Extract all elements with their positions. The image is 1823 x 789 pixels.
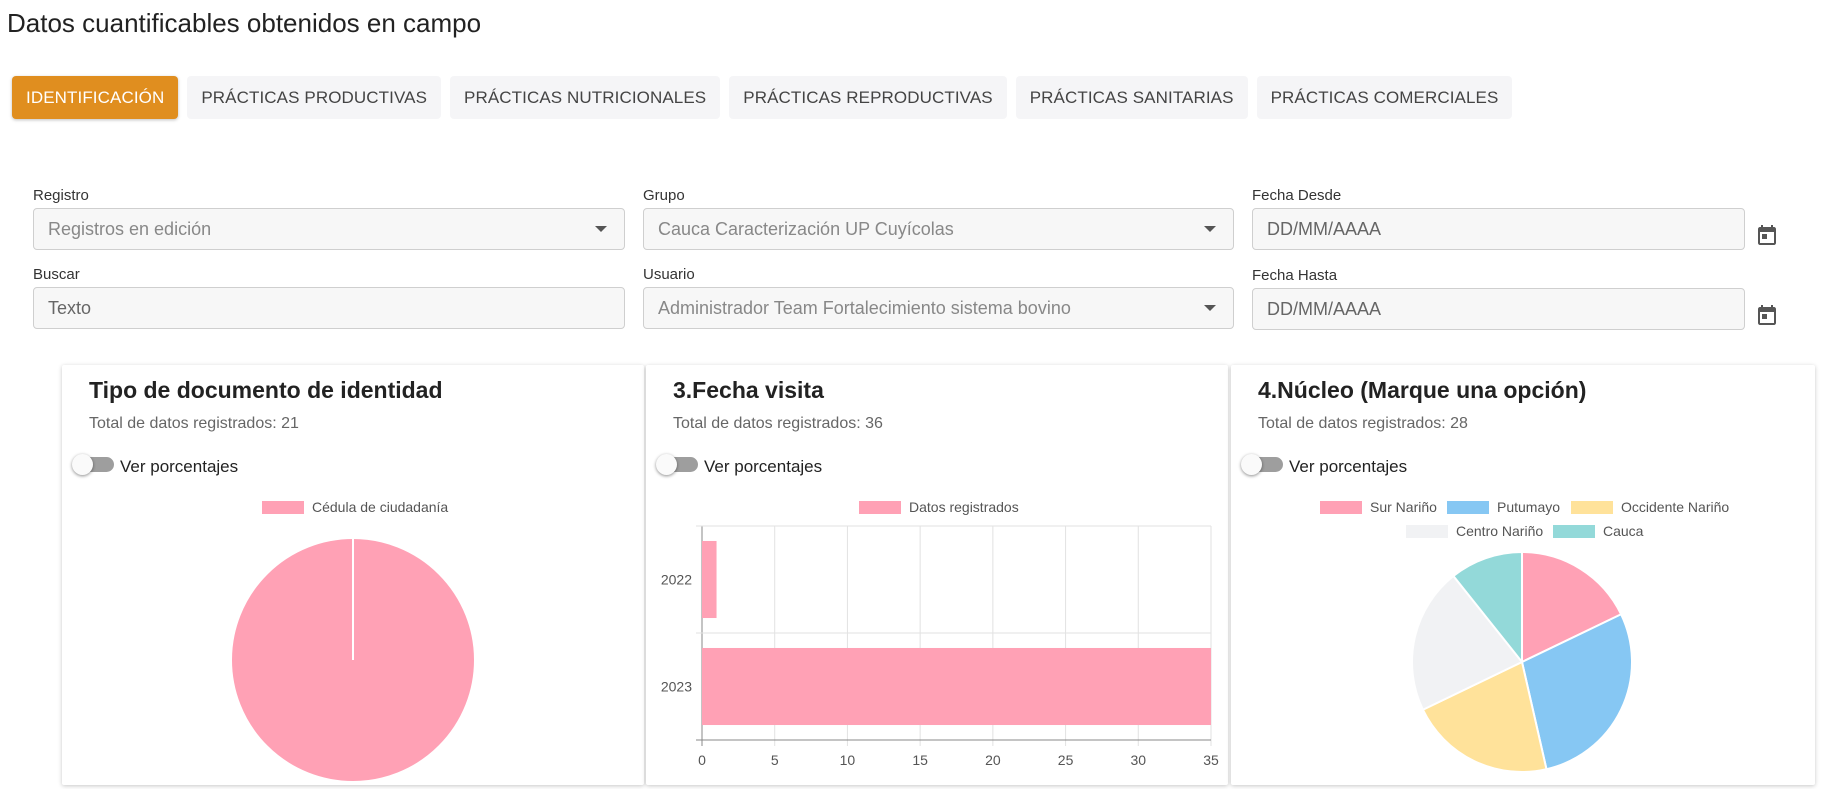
grupo-label: Grupo [643, 187, 685, 204]
bar[interactable] [702, 647, 1211, 726]
buscar-label: Buscar [33, 266, 80, 283]
fecha-hasta-input[interactable]: DD/MM/AAAA [1252, 288, 1745, 330]
fecha-hasta-label: Fecha Hasta [1252, 267, 1338, 284]
dropdown-caret-icon [595, 226, 607, 232]
tab-identificacion[interactable]: IDENTIFICACIÓN [12, 76, 179, 119]
dropdown-caret-icon [1204, 305, 1216, 311]
buscar-input[interactable]: Texto [33, 287, 625, 329]
chart-card-tipo-documento: Tipo de documento de identidad Total de … [62, 365, 644, 785]
calendar-icon[interactable] [1755, 223, 1779, 247]
x-tick-label: 30 [1130, 752, 1146, 768]
buscar-placeholder: Texto [48, 297, 92, 318]
chart-card-fecha-visita: 3.Fecha visita Total de datos registrado… [646, 365, 1228, 785]
tab-practicas-reproductivas[interactable]: PRÁCTICAS REPRODUCTIVAS [729, 76, 1007, 119]
fecha-hasta-placeholder: DD/MM/AAAA [1267, 298, 1382, 319]
page-title: Datos cuantificables obtenidos en campo [7, 8, 482, 38]
dropdown-caret-icon [1204, 226, 1216, 232]
y-tick-label: 2022 [661, 572, 692, 588]
pie-chart-tipo-documento [230, 537, 476, 783]
x-tick-label: 15 [912, 752, 928, 768]
x-tick-label: 25 [1058, 752, 1074, 768]
registro-select[interactable]: Registros en edición [33, 208, 625, 250]
tab-practicas-productivas[interactable]: PRÁCTICAS PRODUCTIVAS [187, 76, 442, 119]
calendar-icon[interactable] [1755, 303, 1779, 327]
x-tick-label: 0 [698, 752, 706, 768]
bar[interactable] [702, 540, 717, 619]
x-tick-label: 5 [771, 752, 779, 768]
usuario-label: Usuario [643, 266, 695, 283]
usuario-select[interactable]: Administrador Team Fortalecimiento siste… [643, 287, 1234, 329]
chart-card-nucleo: 4.Núcleo (Marque una opción) Total de da… [1231, 365, 1815, 785]
pie-chart-nucleo [1411, 550, 1633, 773]
fecha-desde-placeholder: DD/MM/AAAA [1267, 218, 1382, 239]
tab-practicas-comerciales[interactable]: PRÁCTICAS COMERCIALES [1256, 76, 1513, 119]
tab-bar: IDENTIFICACIÓN PRÁCTICAS PRODUCTIVAS PRÁ… [12, 76, 1513, 119]
x-tick-label: 10 [840, 752, 856, 768]
y-tick-label: 2023 [661, 679, 692, 695]
grupo-select[interactable]: Cauca Caracterización UP Cuyícolas [643, 208, 1234, 250]
fecha-desde-label: Fecha Desde [1252, 187, 1342, 204]
usuario-value: Administrador Team Fortalecimiento siste… [658, 297, 1071, 318]
registro-label: Registro [33, 187, 89, 204]
registro-value: Registros en edición [48, 218, 212, 239]
x-tick-label: 35 [1203, 752, 1219, 768]
bar-chart-fecha-visita: 0 5 10 15 20 25 30 35 2022 2023 [661, 525, 1219, 768]
x-tick-label: 20 [985, 752, 1001, 768]
tab-practicas-sanitarias[interactable]: PRÁCTICAS SANITARIAS [1015, 76, 1248, 119]
tab-practicas-nutricionales[interactable]: PRÁCTICAS NUTRICIONALES [450, 76, 721, 119]
fecha-desde-input[interactable]: DD/MM/AAAA [1252, 208, 1745, 250]
grupo-value: Cauca Caracterización UP Cuyícolas [658, 218, 954, 239]
